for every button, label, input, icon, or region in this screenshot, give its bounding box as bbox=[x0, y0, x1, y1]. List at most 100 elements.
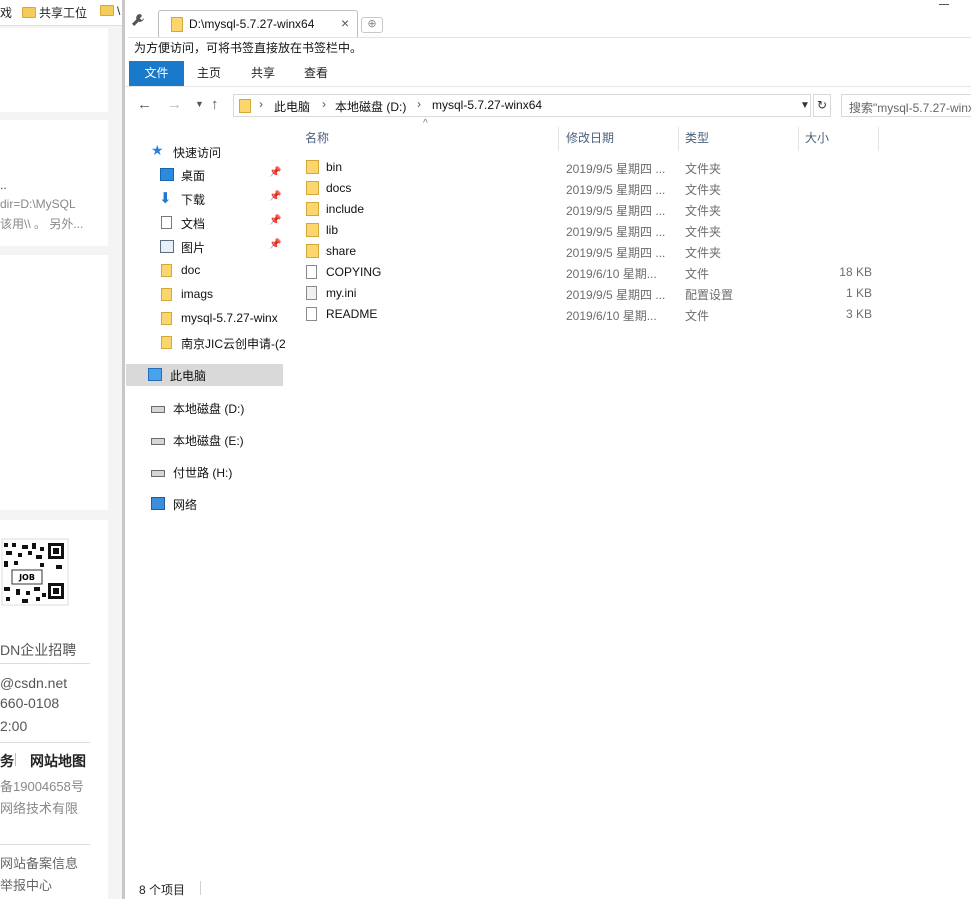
file-name: lib bbox=[326, 223, 339, 237]
folder-icon bbox=[306, 160, 319, 174]
column-header-name[interactable]: 名称 bbox=[299, 127, 559, 151]
breadcrumb-separator-icon[interactable]: › bbox=[417, 97, 421, 111]
star-icon: ★ bbox=[151, 142, 164, 158]
nav-item-folder-jic[interactable]: 南京JIC云创申请-(2 bbox=[129, 332, 285, 354]
breadcrumb-separator-icon[interactable]: › bbox=[259, 97, 263, 111]
new-tab-button[interactable]: ⊕ bbox=[361, 17, 383, 33]
beian-link[interactable]: 网站备案信息 bbox=[0, 853, 78, 872]
address-dropdown-chevron-icon[interactable]: ▼ bbox=[797, 94, 813, 117]
back-arrow-icon[interactable]: ← bbox=[137, 96, 152, 113]
file-row[interactable]: include 2019/9/5 星期四 ... 文件夹 bbox=[302, 199, 882, 220]
file-size: 3 KB bbox=[845, 307, 872, 321]
file-list: ^ 名称 修改日期 类型 大小 bin 2019/9/5 星期四 ... 文件夹… bbox=[285, 118, 971, 864]
file-row[interactable]: my.ini 2019/9/5 星期四 ... 配置设置 1 KB bbox=[302, 283, 882, 304]
pin-icon[interactable]: 📌 bbox=[269, 167, 281, 178]
report-center-link[interactable]: 举报中心 bbox=[0, 875, 52, 894]
nav-item-quick-access[interactable]: ★ 快速访问 bbox=[129, 141, 283, 163]
nav-item-folder-doc[interactable]: doc bbox=[129, 260, 283, 282]
drive-icon bbox=[151, 470, 165, 477]
nav-item-drive-e[interactable]: 本地磁盘 (E:) bbox=[129, 429, 283, 451]
item-count: 8 个项目 bbox=[139, 883, 186, 897]
file-name: share bbox=[326, 244, 357, 258]
column-header-date[interactable]: 修改日期 bbox=[560, 127, 679, 151]
file-type: 文件 bbox=[685, 267, 710, 281]
file-row[interactable]: COPYING 2019/6/10 星期... 文件 18 KB bbox=[302, 262, 882, 283]
pin-icon[interactable]: 📌 bbox=[269, 191, 281, 202]
content-card bbox=[0, 28, 108, 112]
file-row[interactable]: lib 2019/9/5 星期四 ... 文件夹 bbox=[302, 220, 882, 241]
breadcrumb-drive-d[interactable]: 本地磁盘 (D:) bbox=[335, 98, 406, 115]
browser-bookmarks-bar: 戏 共享工位 \ bbox=[0, 0, 122, 26]
nav-item-this-pc[interactable]: 此电脑 bbox=[126, 364, 283, 386]
file-row[interactable]: bin 2019/9/5 星期四 ... 文件夹 bbox=[302, 157, 882, 178]
search-placeholder: 搜索"mysql-5.7.27-winx64" bbox=[849, 101, 971, 115]
file-type: 文件夹 bbox=[685, 246, 722, 260]
nav-label: 下载 bbox=[181, 193, 206, 207]
qr-code-icon: JOB bbox=[0, 537, 70, 633]
nav-item-documents[interactable]: 文档 📌 bbox=[129, 212, 283, 234]
file-row[interactable]: docs 2019/9/5 星期四 ... 文件夹 bbox=[302, 178, 882, 199]
content-card: .. dir=D:\MySQL 该用\\ 。 另外... bbox=[0, 120, 108, 246]
minimize-icon[interactable] bbox=[939, 4, 949, 5]
nav-item-network[interactable]: 网络 bbox=[129, 493, 283, 515]
tab-current-folder[interactable]: D:\mysql-5.7.27-winx64 × bbox=[158, 10, 358, 37]
file-type: 文件夹 bbox=[685, 162, 722, 176]
breadcrumb-mysql-folder[interactable]: mysql-5.7.27-winx64 bbox=[432, 98, 542, 112]
sitemap-link[interactable]: 网站地图 bbox=[30, 751, 86, 771]
recent-locations-chevron-icon[interactable]: ▼ bbox=[195, 99, 204, 109]
nav-label: 南京JIC云创申请-(2 bbox=[181, 337, 285, 351]
breadcrumb-this-pc[interactable]: 此电脑 bbox=[274, 98, 310, 115]
wrench-icon[interactable] bbox=[130, 12, 148, 30]
ribbon-tab-share[interactable]: 共享 bbox=[251, 61, 275, 86]
folder-icon bbox=[306, 223, 319, 237]
tab-close-button[interactable]: × bbox=[341, 15, 349, 31]
column-header-size[interactable]: 大小 bbox=[799, 127, 879, 151]
folder-icon bbox=[306, 202, 319, 216]
folder-icon bbox=[161, 288, 172, 301]
file-type: 文件夹 bbox=[685, 225, 722, 239]
file-size: 18 KB bbox=[839, 265, 872, 279]
file-row[interactable]: README 2019/6/10 星期... 文件 3 KB bbox=[302, 304, 882, 325]
footer-link[interactable]: 务 bbox=[0, 751, 14, 771]
nav-item-folder-imags[interactable]: imags bbox=[129, 284, 283, 306]
breadcrumb-separator-icon[interactable]: › bbox=[322, 97, 326, 111]
snippet-text: 该用\\ 。 另外... bbox=[0, 217, 84, 231]
document-icon bbox=[161, 216, 172, 229]
bookmark-item[interactable]: 戏 bbox=[0, 4, 12, 21]
pin-icon[interactable]: 📌 bbox=[269, 215, 281, 226]
icp-number[interactable]: 备19004658号 bbox=[0, 776, 84, 795]
refresh-icon[interactable]: ↻ bbox=[813, 94, 831, 117]
folder-icon bbox=[161, 264, 172, 277]
drive-icon bbox=[151, 406, 165, 413]
nav-item-pictures[interactable]: 图片 📌 bbox=[129, 236, 283, 258]
nav-item-drive-h[interactable]: 付世路 (H:) bbox=[129, 461, 283, 483]
file-name: COPYING bbox=[326, 265, 382, 279]
forward-arrow-icon[interactable]: → bbox=[167, 96, 182, 113]
nav-item-folder-mysql[interactable]: mysql-5.7.27-winx bbox=[129, 308, 283, 330]
file-type: 文件 bbox=[685, 309, 710, 323]
folder-icon bbox=[306, 181, 319, 195]
column-header-type[interactable]: 类型 bbox=[679, 127, 799, 151]
nav-item-downloads[interactable]: ⬇ 下载 📌 bbox=[129, 188, 283, 210]
pc-icon bbox=[148, 368, 162, 381]
file-explorer-window: D:\mysql-5.7.27-winx64 × ⊕ 为方便访问，可将书签直接放… bbox=[122, 0, 971, 899]
snippet-text: .. bbox=[0, 178, 7, 192]
up-arrow-icon[interactable]: ↑ bbox=[211, 96, 219, 113]
download-icon: ⬇ bbox=[159, 190, 172, 207]
ribbon-tab-home[interactable]: 主页 bbox=[197, 61, 221, 86]
folder-icon bbox=[161, 312, 172, 325]
tab-bar: D:\mysql-5.7.27-winx64 × ⊕ bbox=[125, 0, 971, 37]
file-date: 2019/6/10 星期... bbox=[566, 267, 657, 281]
ribbon-tab-file[interactable]: 文件 bbox=[129, 61, 184, 86]
bookmark-item[interactable]: \ bbox=[100, 4, 120, 18]
file-row[interactable]: share 2019/9/5 星期四 ... 文件夹 bbox=[302, 241, 882, 262]
bookmark-item[interactable]: 共享工位 bbox=[22, 4, 87, 21]
search-box[interactable]: 搜索"mysql-5.7.27-winx64" bbox=[841, 94, 971, 117]
pin-icon[interactable]: 📌 bbox=[269, 239, 281, 250]
navigation-bar: ← → ▼ ↑ › 此电脑 › 本地磁盘 (D:) › mysql-5.7.27… bbox=[125, 88, 971, 124]
ribbon-tab-view[interactable]: 查看 bbox=[304, 61, 328, 86]
nav-item-desktop[interactable]: 桌面 📌 bbox=[129, 164, 283, 186]
address-bar[interactable]: › 此电脑 › 本地磁盘 (D:) › mysql-5.7.27-winx64 bbox=[233, 94, 811, 117]
nav-item-drive-d[interactable]: 本地磁盘 (D:) bbox=[129, 397, 283, 419]
nav-label: doc bbox=[181, 263, 201, 277]
